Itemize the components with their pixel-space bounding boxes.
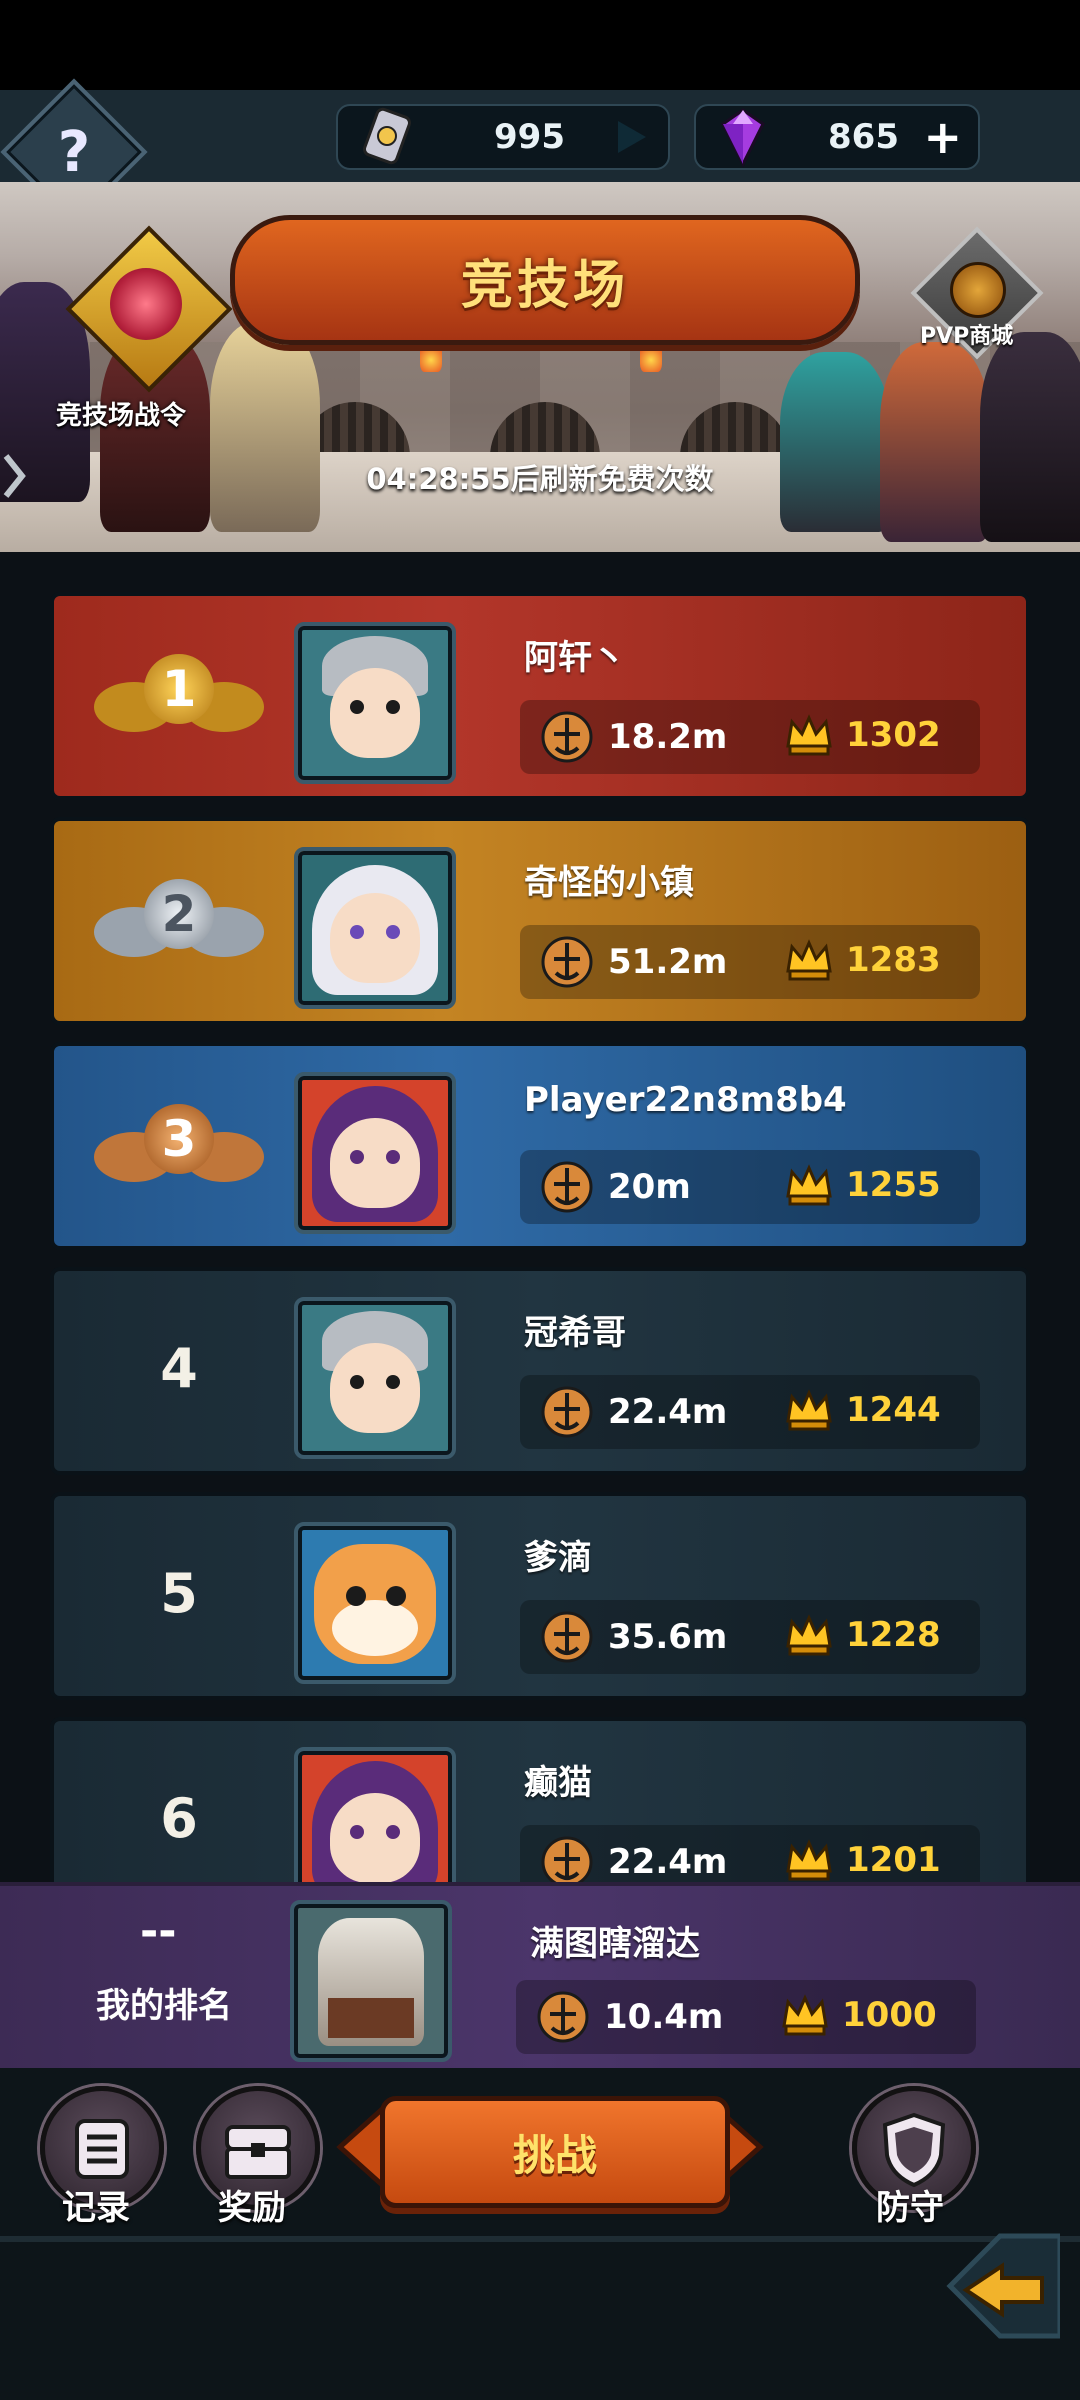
bronze-rank-medal: 3	[94, 1092, 264, 1202]
pvp-shop-label: PVP商城	[920, 324, 1014, 349]
status-bar	[0, 0, 1080, 90]
trophy-value: 1201	[846, 1840, 941, 1880]
power-value: 22.4m	[608, 1842, 728, 1882]
record-label: 记录	[62, 2188, 130, 2228]
rank-number: 5	[160, 1562, 198, 1625]
free-refresh-timer: 04:28:55后刷新免费次数	[366, 462, 714, 496]
add-gems-button[interactable]: +	[923, 110, 962, 164]
arrow-right-icon	[618, 121, 646, 153]
power-value: 10.4m	[604, 1997, 724, 2037]
power-value: 22.4m	[608, 1392, 728, 1432]
player-name: Player22n8m8b4	[524, 1080, 847, 1120]
leaderboard-row[interactable]: 2 奇怪的小镇 51.2m 1283	[50, 817, 1030, 1025]
leaderboard-row[interactable]: 6 癫猫 22.4m 1201	[50, 1717, 1030, 1882]
arena-ticket-icon	[363, 107, 411, 165]
my-player-name: 满图瞎溜达	[530, 1924, 700, 1964]
power-icon	[541, 1161, 593, 1213]
player-stats: 18.2m 1302	[520, 700, 980, 774]
crown-icon	[782, 1994, 828, 2036]
next-arrow-button[interactable]	[930, 2226, 1060, 2346]
leaderboard-row[interactable]: 4 冠希哥 22.4m 1244	[50, 1267, 1030, 1475]
player-avatar[interactable]	[294, 1522, 456, 1684]
power-value: 20m	[608, 1167, 691, 1207]
divider	[0, 2236, 1080, 2242]
player-avatar[interactable]	[294, 847, 456, 1009]
gem-count: 865	[828, 117, 899, 157]
my-avatar[interactable]	[290, 1900, 452, 2062]
leaderboard-row[interactable]: 1 阿轩丶 18.2m 1302	[50, 592, 1030, 800]
challenge-button[interactable]: 挑战	[380, 2096, 730, 2208]
arena-title: 竞技场	[460, 255, 629, 316]
player-avatar[interactable]	[294, 1072, 456, 1234]
leaderboard-row[interactable]: 5 爹滴 35.6m 1228	[50, 1492, 1030, 1700]
player-avatar[interactable]	[294, 1297, 456, 1459]
power-value: 51.2m	[608, 942, 728, 982]
silver-rank-medal: 2	[94, 867, 264, 977]
rank-number: 6	[160, 1787, 198, 1850]
leaderboard-row[interactable]: 3 Player22n8m8b4 20m 1255	[50, 1042, 1030, 1250]
challenge-label: 挑战	[512, 2130, 597, 2180]
power-icon	[541, 1386, 593, 1438]
trophy-value: 1302	[846, 715, 941, 755]
trophy-value: 1000	[842, 1995, 937, 2035]
arena-pass-button[interactable]	[50, 225, 233, 400]
power-icon	[541, 1611, 593, 1663]
player-stats: 35.6m 1228	[520, 1600, 980, 1674]
player-stats: 22.4m 1201	[520, 1825, 980, 1882]
defense-label: 防守	[876, 2188, 944, 2228]
trophy-value: 1283	[846, 940, 941, 980]
ticket-counter: 995	[336, 104, 670, 170]
crown-icon	[786, 1614, 832, 1656]
hero-figure	[880, 342, 990, 542]
purple-gem-icon	[721, 108, 765, 168]
my-rank-number: --	[140, 1906, 177, 1957]
player-stats: 51.2m 1283	[520, 925, 980, 999]
power-icon	[537, 1991, 589, 2043]
player-name: 癫猫	[524, 1763, 592, 1803]
arena-pass-icon	[110, 268, 182, 340]
gem-counter: 865 +	[694, 104, 980, 170]
arena-pass-label: 竞技场战令	[56, 401, 187, 431]
pvp-shop-icon	[950, 262, 1006, 318]
player-name: 爹滴	[524, 1538, 592, 1578]
crown-icon	[786, 1164, 832, 1206]
power-value: 35.6m	[608, 1617, 728, 1657]
crown-icon	[786, 1389, 832, 1431]
hero-figure	[210, 322, 320, 532]
player-name: 冠希哥	[524, 1313, 626, 1353]
my-rank-label: 我的排名	[96, 1986, 232, 2026]
crown-icon	[786, 939, 832, 981]
hero-figure	[780, 352, 890, 532]
power-icon	[541, 1836, 593, 1882]
trophy-value: 1228	[846, 1615, 941, 1655]
ticket-count: 995	[494, 117, 565, 157]
trophy-value: 1255	[846, 1165, 941, 1205]
player-avatar[interactable]	[294, 622, 456, 784]
power-icon	[541, 936, 593, 988]
crown-icon	[786, 714, 832, 756]
player-stats: 22.4m 1244	[520, 1375, 980, 1449]
player-stats: 20m 1255	[520, 1150, 980, 1224]
player-name: 阿轩丶	[524, 638, 626, 678]
trophy-value: 1244	[846, 1390, 941, 1430]
power-value: 18.2m	[608, 717, 728, 757]
player-avatar[interactable]	[294, 1747, 456, 1882]
crown-icon	[786, 1839, 832, 1881]
power-icon	[541, 711, 593, 763]
arena-title-banner: 竞技场	[230, 215, 860, 345]
player-name: 奇怪的小镇	[524, 863, 694, 903]
my-stats: 10.4m 1000	[516, 1980, 976, 2054]
my-rank-row[interactable]: -- 我的排名 满图瞎溜达 10.4m 1000	[0, 1882, 1080, 2076]
rank-number: 4	[160, 1337, 198, 1400]
leaderboard-list[interactable]: 1 阿轩丶 18.2m 1302 2 奇怪的小镇 51.2m 1283 3 Pl…	[0, 552, 1080, 1882]
reward-label: 奖励	[218, 2188, 286, 2228]
gold-rank-medal: 1	[94, 642, 264, 752]
hero-figure	[980, 332, 1080, 542]
